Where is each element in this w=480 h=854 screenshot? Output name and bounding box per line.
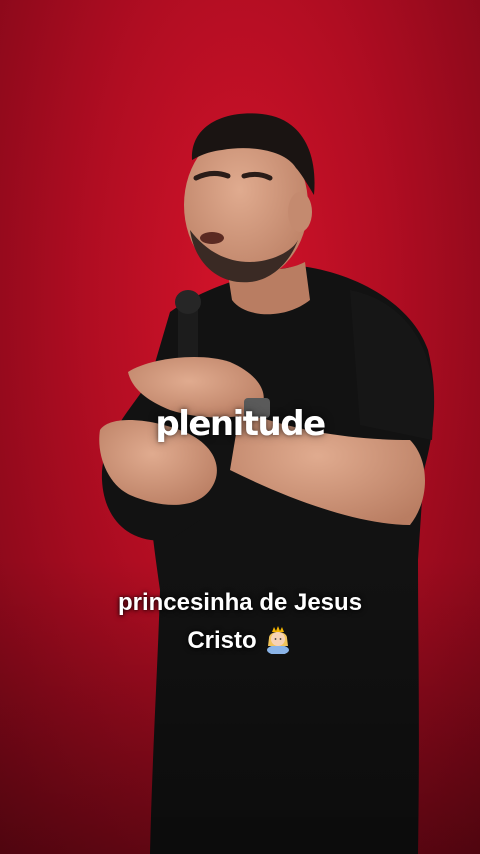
caption-line-2-text: Cristo	[187, 627, 257, 654]
mouth	[200, 232, 224, 244]
video-frame: plenitude princesinha de Jesus Cristo	[0, 0, 480, 854]
caption-line-1: princesinha de Jesus	[117, 589, 363, 616]
princess-emoji-icon	[263, 624, 293, 666]
caption-subtitle: princesinha de Jesus Cristo	[0, 584, 480, 666]
caption-line-2: Cristo	[0, 622, 480, 666]
ear	[288, 192, 312, 232]
caption-title: plenitude	[155, 404, 326, 444]
